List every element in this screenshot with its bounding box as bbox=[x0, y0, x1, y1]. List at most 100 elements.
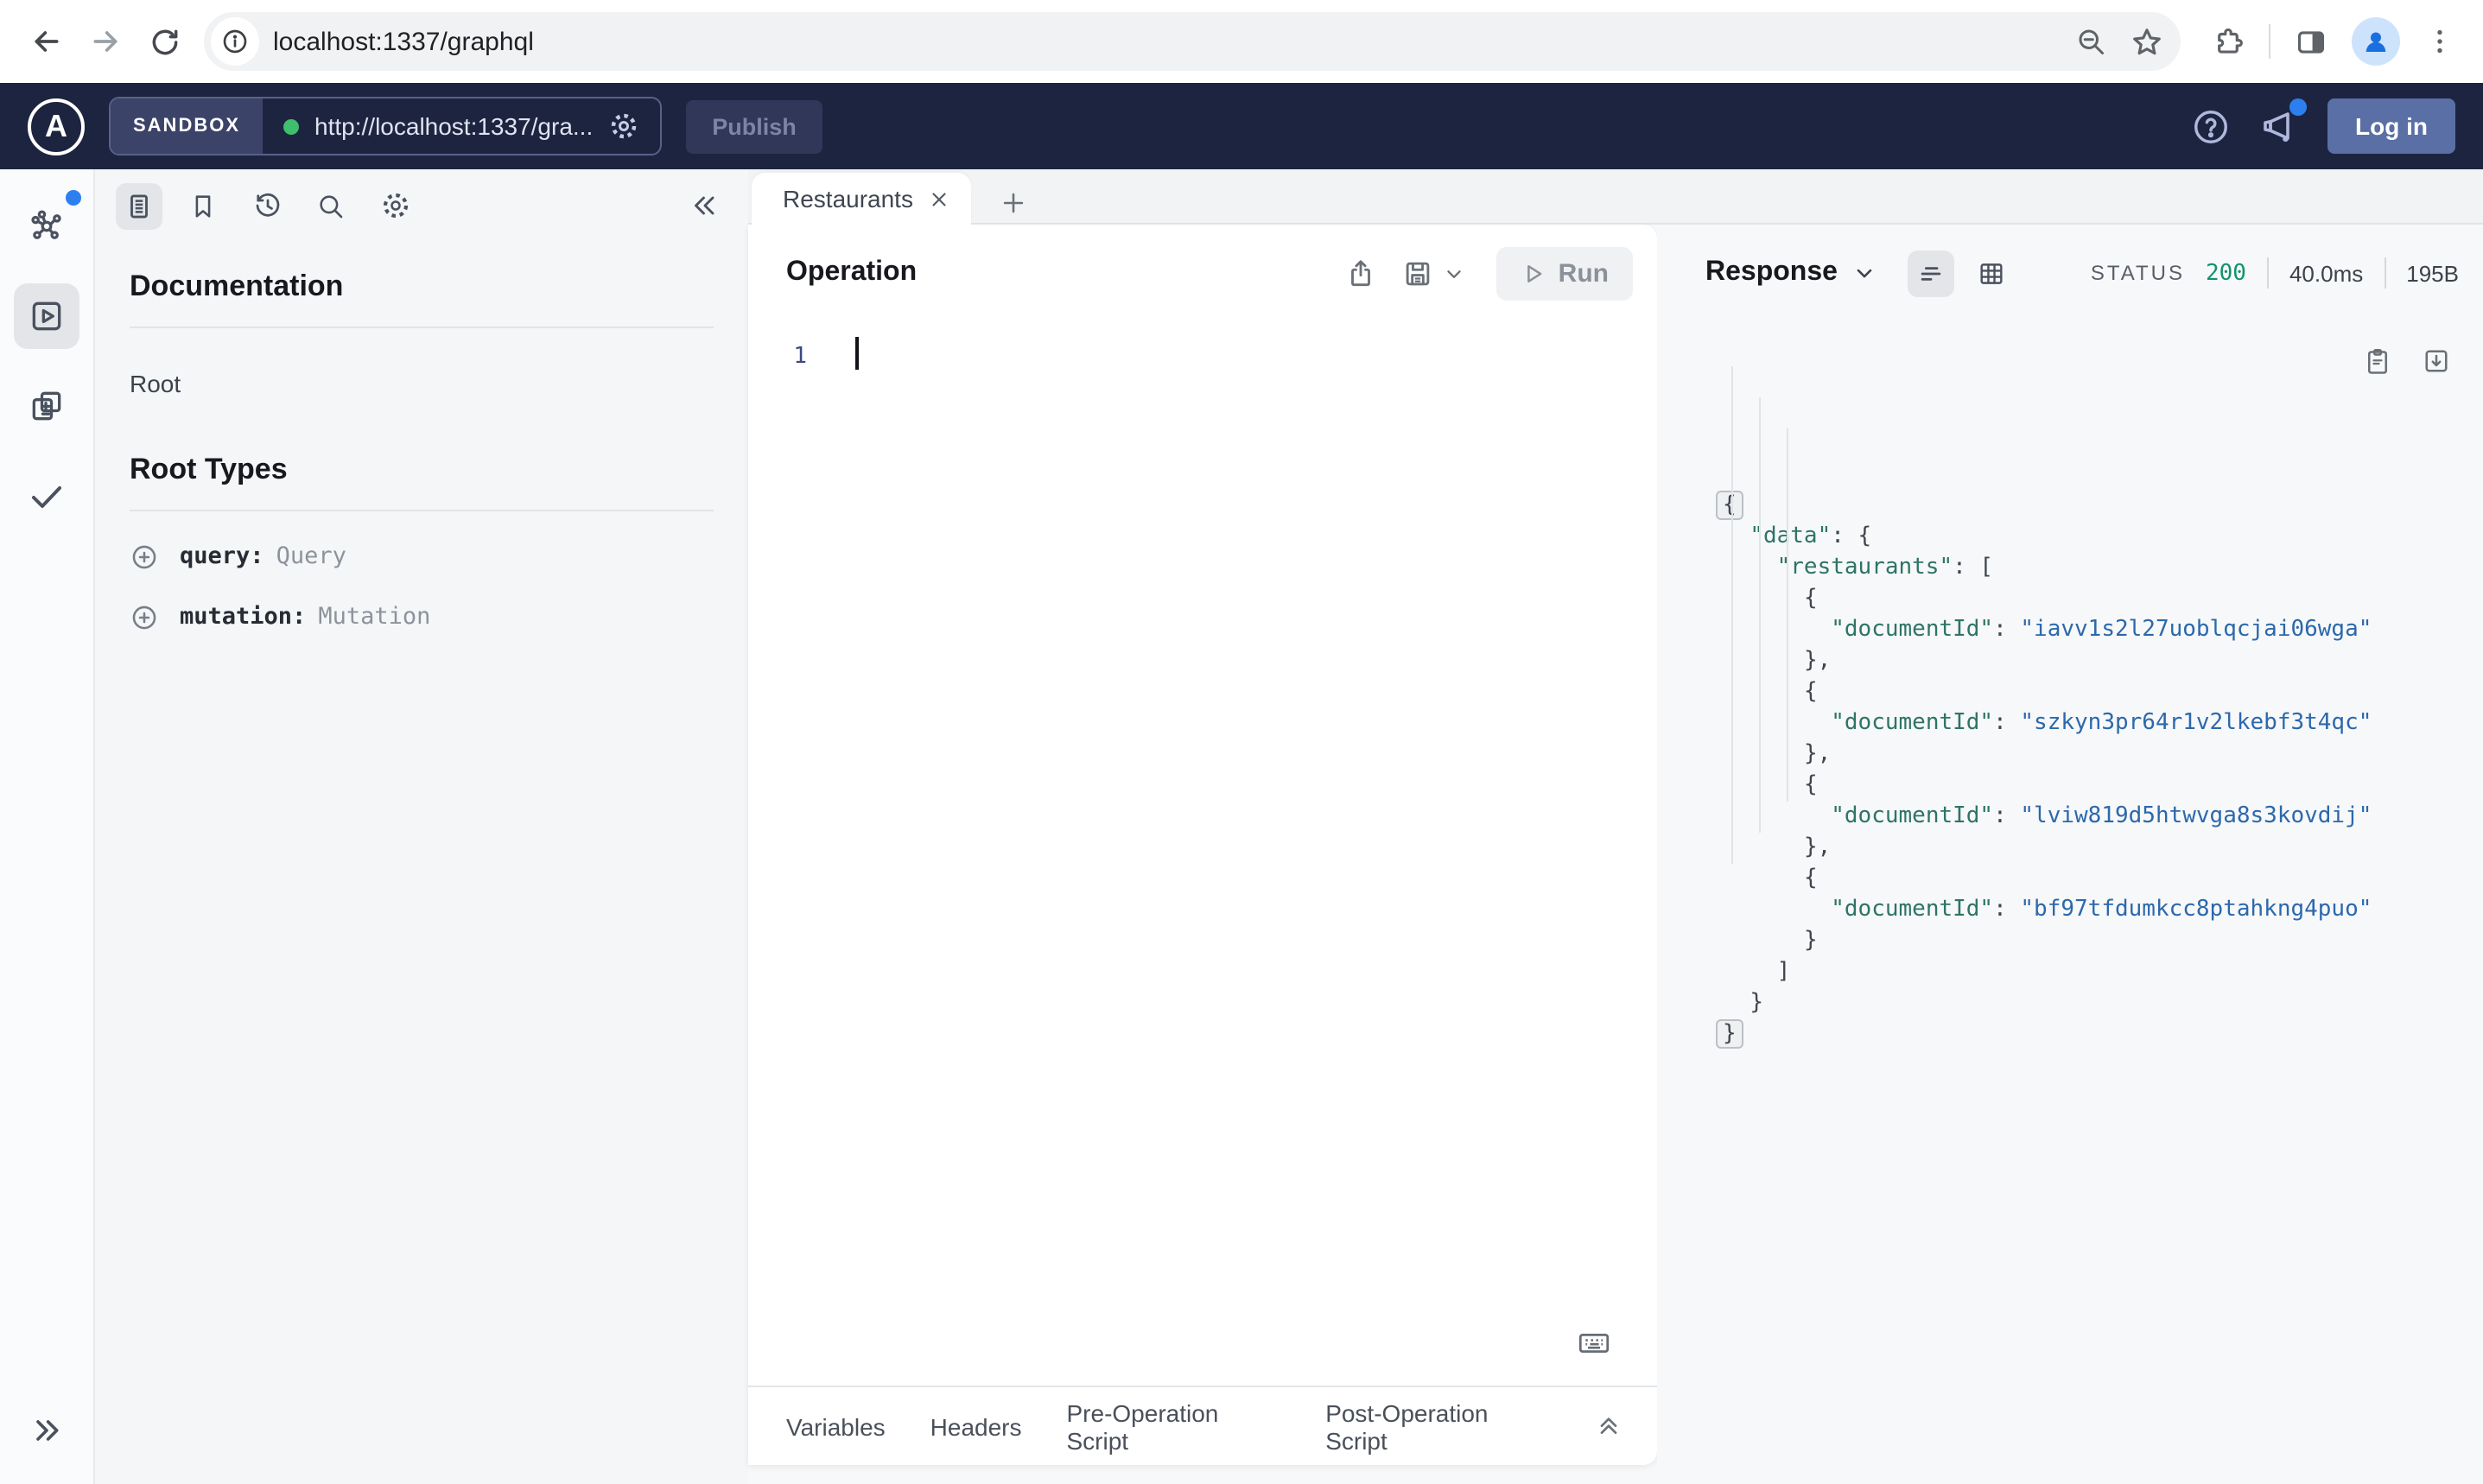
close-tab-icon[interactable] bbox=[928, 187, 950, 210]
response-json[interactable]: { "data": { "restaurants": [ { "document… bbox=[1716, 335, 2483, 1050]
table-view-icon[interactable] bbox=[1969, 250, 2016, 296]
toolbar-divider bbox=[2269, 24, 2270, 59]
connection-status-dot bbox=[283, 118, 300, 134]
back-icon[interactable] bbox=[17, 12, 76, 71]
new-tab-icon[interactable] bbox=[999, 188, 1028, 218]
text-cursor bbox=[855, 337, 859, 370]
line-number: 1 bbox=[793, 344, 807, 370]
docs-icon[interactable] bbox=[116, 182, 162, 229]
tab-bar: Restaurants bbox=[748, 169, 2483, 225]
operation-title: Operation bbox=[786, 257, 918, 287]
apollo-toolbar: A SANDBOX http://localhost:1337/gra... P… bbox=[0, 83, 2483, 169]
explorer-icon[interactable] bbox=[14, 283, 79, 349]
divider bbox=[2266, 257, 2269, 289]
zoom-out-icon[interactable] bbox=[2075, 26, 2106, 57]
profile-avatar[interactable] bbox=[2352, 17, 2400, 66]
operation-footer: Variables Headers Pre-Operation Script P… bbox=[748, 1386, 1657, 1465]
collapse-footer-icon[interactable] bbox=[1595, 1412, 1623, 1440]
browser-menu-icon[interactable] bbox=[2424, 26, 2455, 57]
response-title: Response bbox=[1705, 257, 1838, 287]
expand-plus-icon[interactable] bbox=[130, 602, 159, 631]
browser-chrome: localhost:1337/graphql bbox=[0, 0, 2483, 83]
announcements-icon[interactable] bbox=[2258, 98, 2307, 147]
documentation-title: Documentation bbox=[130, 270, 344, 302]
query-field-name[interactable]: query: bbox=[180, 542, 264, 570]
response-json-line: }, bbox=[1803, 648, 1832, 674]
extensions-icon[interactable] bbox=[2212, 25, 2245, 58]
tab-pre-operation-script[interactable]: Pre-Operation Script bbox=[1067, 1398, 1281, 1454]
publish-button[interactable]: Publish bbox=[686, 99, 822, 153]
announcements-notification-dot bbox=[2289, 98, 2307, 116]
mutation-field-type[interactable]: Mutation bbox=[318, 603, 430, 631]
response-body: { "data": { "restaurants": [ { "document… bbox=[1657, 321, 2483, 1484]
response-dropdown-chevron-icon[interactable] bbox=[1853, 261, 1877, 285]
share-icon[interactable] bbox=[1344, 257, 1377, 289]
response-json-line: } bbox=[1750, 990, 1763, 1016]
login-button[interactable]: Log in bbox=[2327, 98, 2455, 154]
save-icon[interactable] bbox=[1401, 257, 1434, 289]
indent-guide bbox=[1731, 366, 1733, 864]
tab-variables[interactable]: Variables bbox=[786, 1412, 886, 1440]
tab-restaurants[interactable]: Restaurants bbox=[752, 173, 971, 225]
collapse-panel-icon[interactable] bbox=[689, 190, 721, 221]
address-bar[interactable]: localhost:1337/graphql bbox=[204, 12, 2181, 71]
changesets-icon[interactable] bbox=[14, 373, 79, 439]
operation-editor[interactable]: 1 bbox=[748, 321, 1657, 1386]
apollo-logo[interactable]: A bbox=[28, 98, 85, 155]
main-area: Restaurants Operation Run 1 Variables He… bbox=[748, 169, 2483, 1484]
help-icon[interactable] bbox=[2191, 106, 2231, 146]
settings-icon[interactable] bbox=[371, 182, 418, 229]
status-code: 200 bbox=[2206, 260, 2246, 286]
schema-notification-dot bbox=[66, 190, 81, 206]
bookmark-star-icon[interactable] bbox=[2131, 25, 2163, 58]
side-panel-icon[interactable] bbox=[2295, 25, 2327, 58]
operation-panel: Operation Run 1 Variables Headers Pre-Op… bbox=[748, 225, 1657, 1465]
run-label: Run bbox=[1558, 258, 1609, 288]
run-button[interactable]: Run bbox=[1496, 246, 1633, 300]
response-json-line: } bbox=[1803, 928, 1818, 954]
expand-plus-icon[interactable] bbox=[130, 542, 159, 571]
expand-rail-icon[interactable] bbox=[14, 1398, 79, 1463]
tab-post-operation-script[interactable]: Post-Operation Script bbox=[1325, 1398, 1550, 1454]
keyboard-shortcuts-icon[interactable] bbox=[1576, 1325, 1612, 1361]
response-header: Response STATUS 200 40.0ms 195B bbox=[1657, 225, 2483, 321]
history-icon[interactable] bbox=[244, 182, 290, 229]
documentation-panel: Documentation Root Root Types query: Quer… bbox=[95, 169, 748, 1484]
root-type-mutation-row[interactable]: mutation: Mutation bbox=[130, 601, 714, 632]
save-options-chevron-icon[interactable] bbox=[1443, 262, 1465, 284]
response-json-line: ] bbox=[1776, 959, 1791, 985]
endpoint-settings-icon[interactable] bbox=[608, 111, 639, 142]
status-label: STATUS bbox=[2090, 261, 2185, 285]
json-view-icon[interactable] bbox=[1908, 250, 1955, 296]
mutation-field-name[interactable]: mutation: bbox=[180, 603, 306, 631]
endpoint-control: SANDBOX http://localhost:1337/gra... bbox=[109, 97, 663, 155]
response-duration: 40.0ms bbox=[2289, 260, 2364, 286]
tab-headers[interactable]: Headers bbox=[930, 1412, 1022, 1440]
apollo-sandbox-app: localhost:1337/graphql A SANDBOX http://… bbox=[0, 0, 2483, 1484]
checks-icon[interactable] bbox=[14, 463, 79, 529]
root-type-query-row[interactable]: query: Query bbox=[130, 541, 714, 572]
site-info-icon[interactable] bbox=[211, 17, 259, 66]
forward-icon[interactable] bbox=[76, 12, 135, 71]
documentation-toolbar bbox=[95, 169, 748, 242]
response-json-line: { bbox=[1803, 772, 1818, 798]
root-types-title: Root Types bbox=[130, 453, 288, 485]
saved-operations-icon[interactable] bbox=[180, 182, 226, 229]
doc-root-link[interactable]: Root bbox=[130, 370, 181, 397]
reload-icon[interactable] bbox=[135, 12, 194, 71]
endpoint-url[interactable]: http://localhost:1337/gra... bbox=[263, 98, 660, 154]
operation-header: Operation Run bbox=[748, 225, 1657, 321]
response-json-line: "documentId": "iavv1s2l27uoblqcjai06wga" bbox=[1831, 617, 2372, 643]
query-field-type[interactable]: Query bbox=[276, 542, 346, 570]
sandbox-badge[interactable]: SANDBOX bbox=[111, 98, 264, 154]
tab-label: Restaurants bbox=[783, 185, 913, 212]
schema-icon[interactable] bbox=[14, 190, 81, 259]
response-json-line: "documentId": "szkyn3pr64r1v2lkebf3t4qc" bbox=[1831, 710, 2372, 736]
indent-guide bbox=[1787, 428, 1788, 802]
url-text[interactable]: localhost:1337/graphql bbox=[273, 27, 2075, 56]
divider bbox=[130, 327, 714, 328]
response-json-line: "data": { bbox=[1750, 523, 1872, 549]
search-icon[interactable] bbox=[308, 182, 354, 229]
response-json-line: "restaurants": [ bbox=[1776, 555, 1994, 580]
response-json-line: { bbox=[1803, 866, 1818, 891]
